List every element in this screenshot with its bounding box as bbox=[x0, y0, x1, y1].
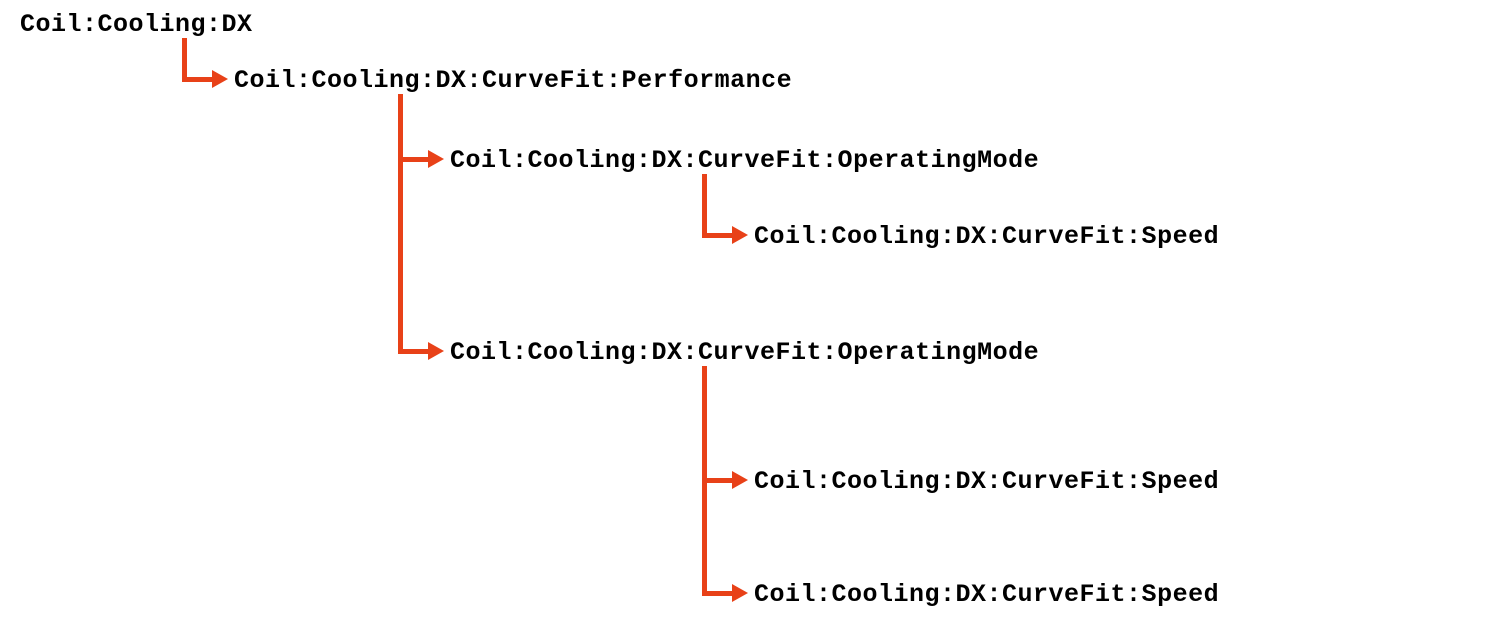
tree-node-speed: Coil:Cooling:DX:CurveFit:Speed bbox=[754, 222, 1219, 251]
tree-node-opmode: Coil:Cooling:DX:CurveFit:OperatingMode bbox=[450, 146, 1039, 175]
tree-node-performance: Coil:Cooling:DX:CurveFit:Performance bbox=[234, 66, 792, 95]
tree-node-speed: Coil:Cooling:DX:CurveFit:Speed bbox=[754, 467, 1219, 496]
tree-node-opmode: Coil:Cooling:DX:CurveFit:OperatingMode bbox=[450, 338, 1039, 367]
tree-node-speed: Coil:Cooling:DX:CurveFit:Speed bbox=[754, 580, 1219, 609]
tree-node-root: Coil:Cooling:DX bbox=[20, 10, 253, 39]
